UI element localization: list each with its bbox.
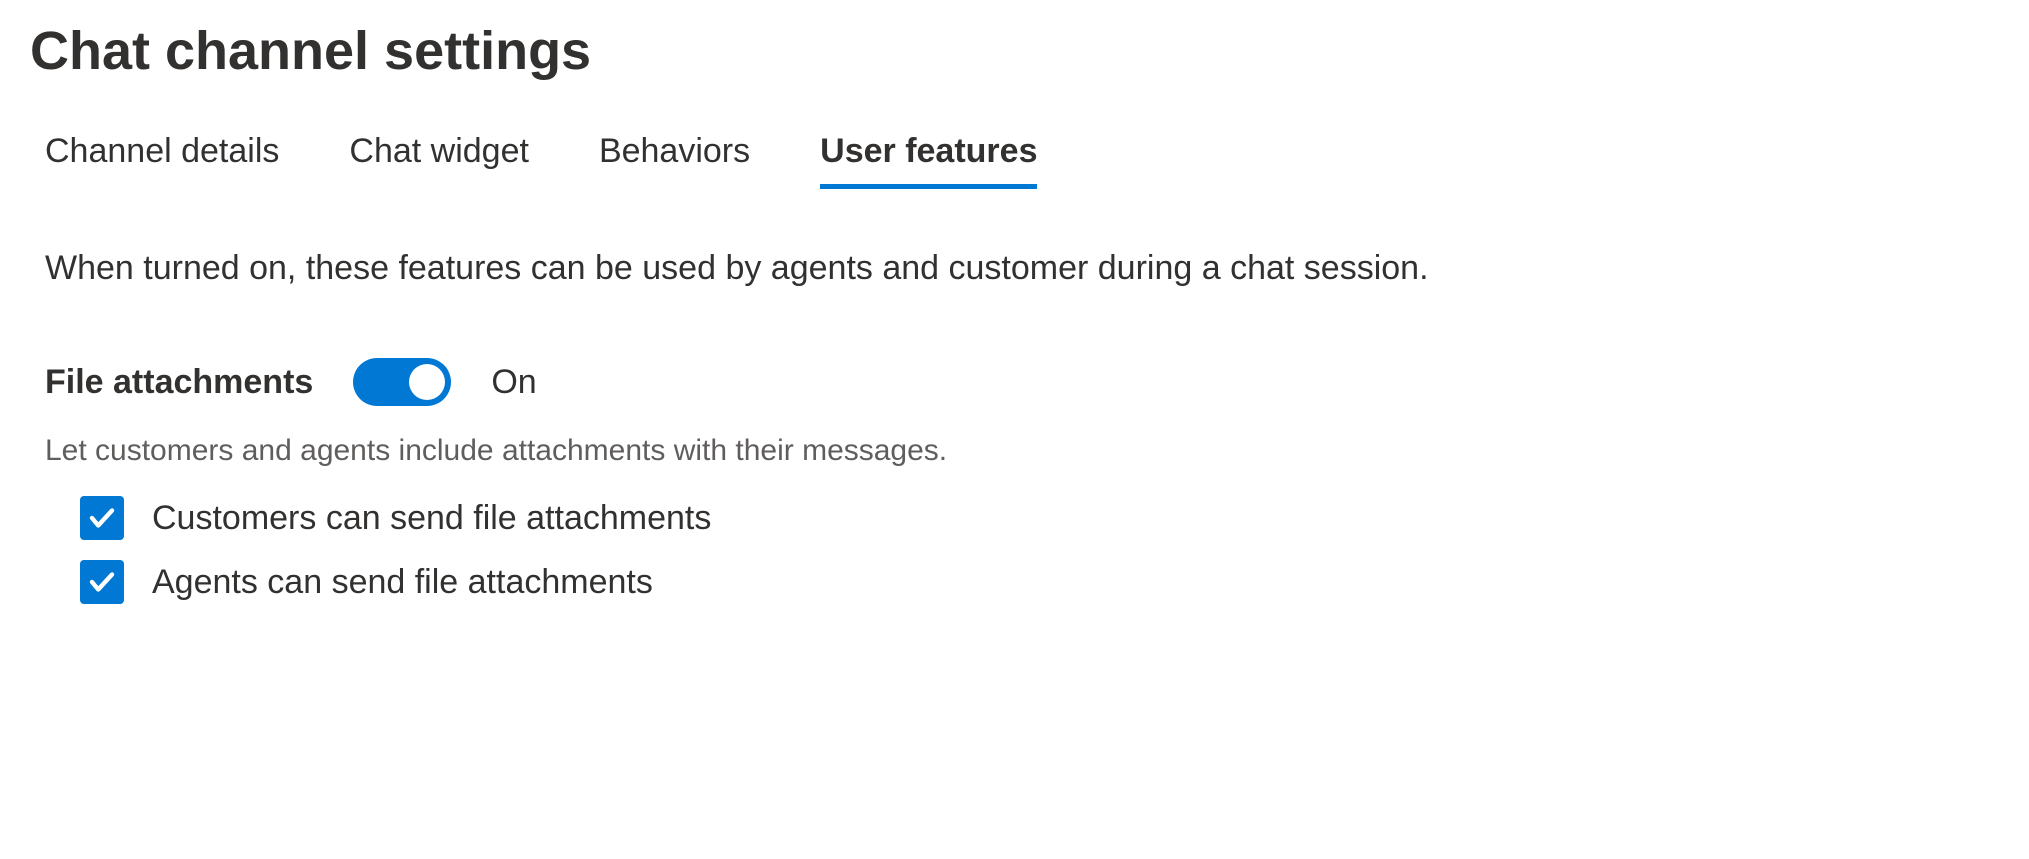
page-title: Chat channel settings <box>30 20 1999 82</box>
file-attachments-toggle-state: On <box>491 363 536 402</box>
file-attachments-label: File attachments <box>45 363 313 402</box>
tab-user-features[interactable]: User features <box>820 132 1037 189</box>
file-attachments-row: File attachments On <box>30 358 1999 406</box>
checkbox-row-agents: Agents can send file attachments <box>30 560 1999 604</box>
file-attachments-hint: Let customers and agents include attachm… <box>30 434 1999 468</box>
tab-description: When turned on, these features can be us… <box>30 249 1999 288</box>
agents-send-label: Agents can send file attachments <box>152 563 653 602</box>
toggle-knob-icon <box>409 364 445 400</box>
customers-send-checkbox[interactable] <box>80 496 124 540</box>
tabs-container: Channel details Chat widget Behaviors Us… <box>30 132 1999 189</box>
agents-send-checkbox[interactable] <box>80 560 124 604</box>
check-icon <box>87 503 117 533</box>
tab-behaviors[interactable]: Behaviors <box>599 132 750 189</box>
checkbox-row-customers: Customers can send file attachments <box>30 496 1999 540</box>
file-attachments-toggle[interactable] <box>353 358 451 406</box>
customers-send-label: Customers can send file attachments <box>152 499 711 538</box>
check-icon <box>87 567 117 597</box>
tab-channel-details[interactable]: Channel details <box>45 132 279 189</box>
tab-chat-widget[interactable]: Chat widget <box>349 132 529 189</box>
